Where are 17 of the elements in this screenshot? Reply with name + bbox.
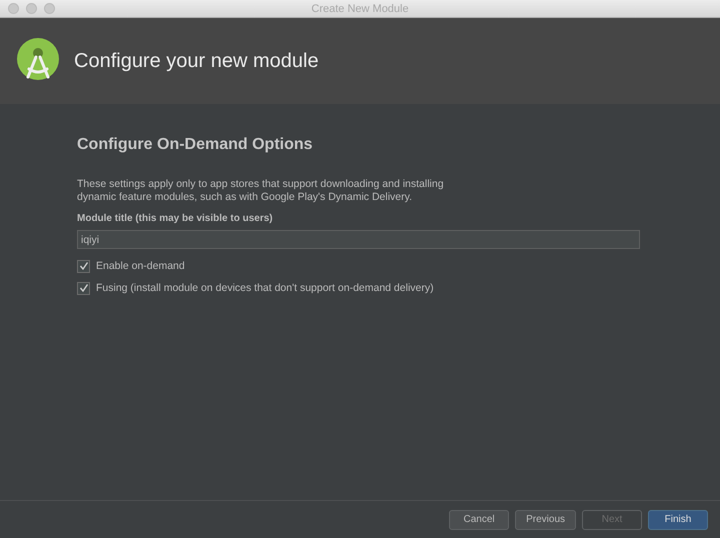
- dialog-button[interactable]: Cancel: [449, 510, 510, 530]
- window-control-icon[interactable]: [26, 3, 37, 14]
- checkbox-label: Fusing (install module on devices that don't support on-demand delivery): [96, 282, 434, 294]
- window-control-icon[interactable]: [44, 3, 55, 14]
- section-title: Configure On-Demand Options: [77, 136, 314, 154]
- window-title: Create New Module: [311, 2, 409, 14]
- description-text: These settings apply only to app stores that support downloading and installing dynamic feature modules, such as with Google Play's Dynamic Delivery.: [77, 178, 445, 204]
- dialog-button[interactable]: Finish: [648, 510, 708, 530]
- field-label: Module title (this may be visible to users): [77, 213, 274, 224]
- checkbox-label: Enable on-demand: [96, 260, 185, 272]
- checkbox[interactable]: [77, 260, 90, 272]
- module-title-field[interactable]: iqiyi: [77, 230, 640, 249]
- dialog-button[interactable]: Previous: [515, 510, 576, 530]
- header-title: Configure your new module: [74, 50, 319, 72]
- checkbox[interactable]: [77, 282, 90, 294]
- window-control-icon[interactable]: [8, 3, 19, 14]
- android-studio-logo-icon: [16, 37, 60, 81]
